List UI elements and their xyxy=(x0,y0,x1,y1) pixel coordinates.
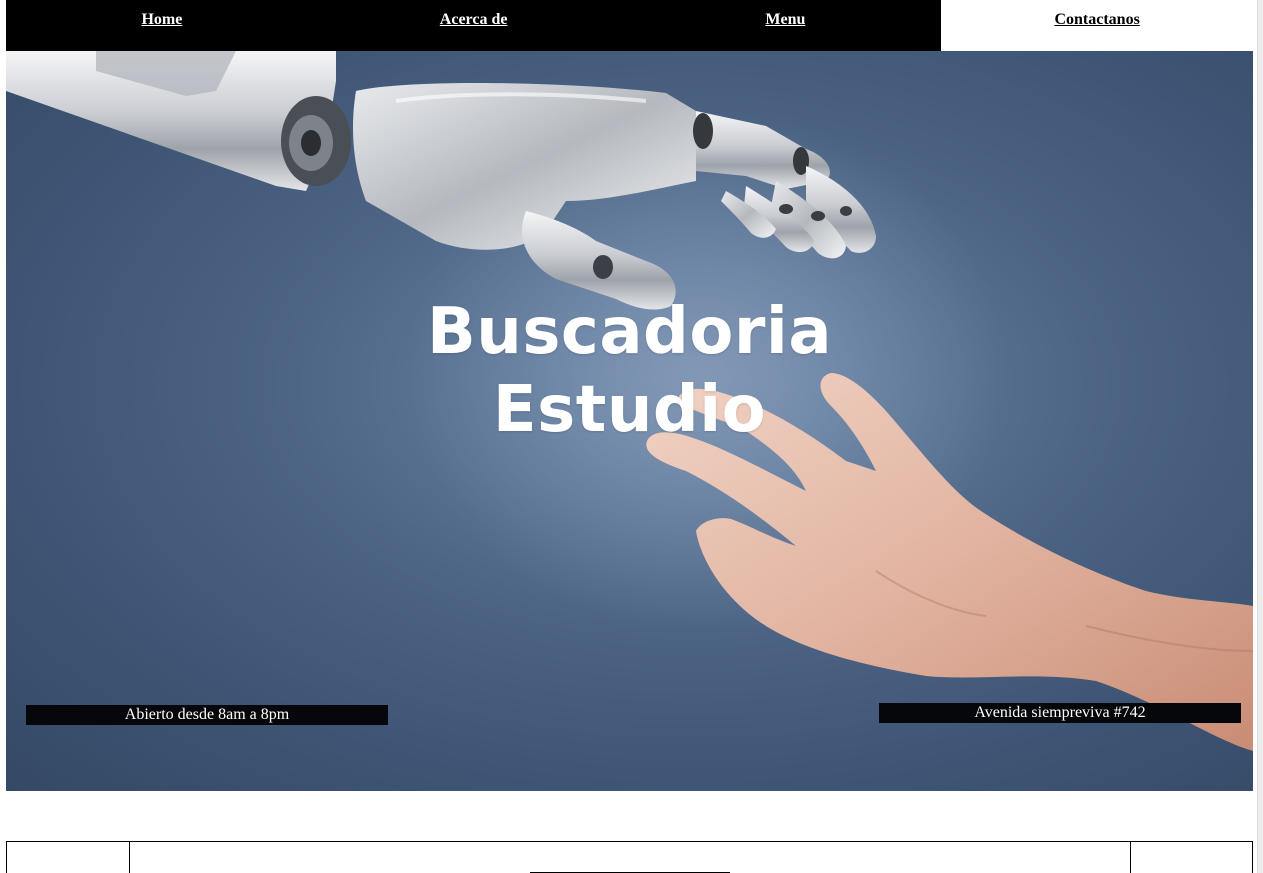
hero-banner: Buscadoria Estudio Abierto desde 8am a 8… xyxy=(6,51,1253,791)
hero-title-line1: Buscadoria xyxy=(426,295,833,369)
vertical-scrollbar[interactable] xyxy=(1257,0,1263,873)
nav-about-link[interactable]: Acerca de xyxy=(318,0,630,51)
nav-home-link[interactable]: Home xyxy=(6,0,318,51)
nav-contact-link[interactable]: Contactanos xyxy=(941,0,1253,51)
table-column-divider xyxy=(1130,842,1131,873)
page: Home Acerca de Menu Contactanos Buscador… xyxy=(0,0,1263,873)
top-navigation: Home Acerca de Menu Contactanos xyxy=(6,0,1253,51)
content-table xyxy=(6,841,1253,873)
hero-title-line2: Estudio xyxy=(492,373,767,447)
nav-menu-link[interactable]: Menu xyxy=(630,0,942,51)
opening-hours: Abierto desde 8am a 8pm xyxy=(26,705,388,725)
address: Avenida siempreviva #742 xyxy=(879,703,1241,723)
table-column-divider xyxy=(129,842,130,873)
